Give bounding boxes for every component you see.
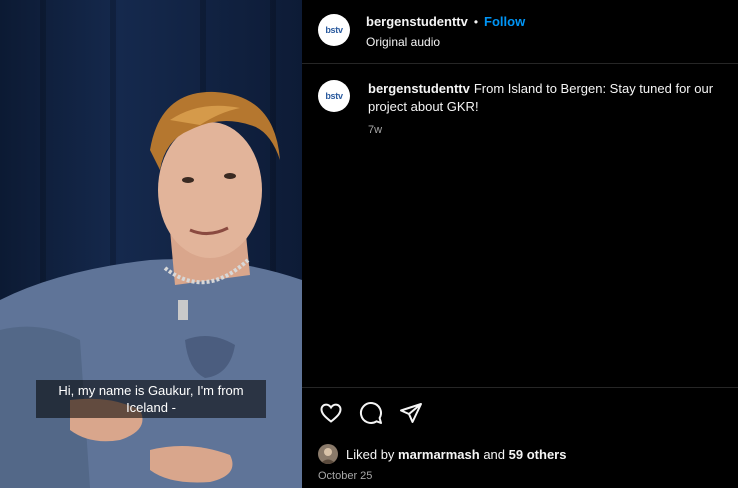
share-icon xyxy=(400,403,422,423)
actions-divider xyxy=(302,387,738,388)
action-bar xyxy=(318,400,424,426)
separator-dot: • xyxy=(473,15,479,29)
likes-others[interactable]: 59 others xyxy=(509,447,567,462)
comment-icon xyxy=(360,402,382,424)
comment-button[interactable] xyxy=(358,400,384,426)
header-text: bergenstudenttv • Follow Original audio xyxy=(366,13,525,49)
post-header: bstv bergenstudenttv • Follow Original aud… xyxy=(302,0,738,64)
caption-username[interactable]: bergenstudenttv xyxy=(368,81,470,96)
avatar-logo-text: bstv xyxy=(325,91,343,101)
post-date[interactable]: October 25 xyxy=(318,470,372,482)
post-caption: bergenstudenttv From Island to Bergen: St… xyxy=(368,80,730,116)
profile-avatar[interactable]: bstv xyxy=(318,14,350,46)
likes-prefix: Liked by xyxy=(346,446,395,462)
liker-avatar[interactable] xyxy=(318,444,338,464)
likes-middle: and xyxy=(483,446,506,462)
caption-timestamp[interactable]: 7w xyxy=(368,124,382,136)
user-avatar-icon xyxy=(320,448,336,464)
header-username[interactable]: bergenstudenttv xyxy=(366,14,468,29)
share-button[interactable] xyxy=(398,400,424,426)
video-player[interactable]: Hi, my name is Gaukur, I'm from Iceland … xyxy=(0,0,302,488)
audio-link[interactable]: Original audio xyxy=(366,35,525,49)
like-button[interactable] xyxy=(318,400,344,426)
avatar-logo-text: bstv xyxy=(325,25,343,35)
likes-user[interactable]: marmarmash xyxy=(398,447,480,462)
likes-summary: Liked by marmarmash and 59 others xyxy=(318,444,566,464)
follow-button[interactable]: Follow xyxy=(484,14,525,29)
caption-avatar[interactable]: bstv xyxy=(318,80,350,112)
video-subtitle: Hi, my name is Gaukur, I'm from Iceland … xyxy=(36,380,266,418)
heart-icon xyxy=(320,403,342,423)
post-panel: bstv bergenstudenttv • Follow Original aud… xyxy=(302,0,738,488)
